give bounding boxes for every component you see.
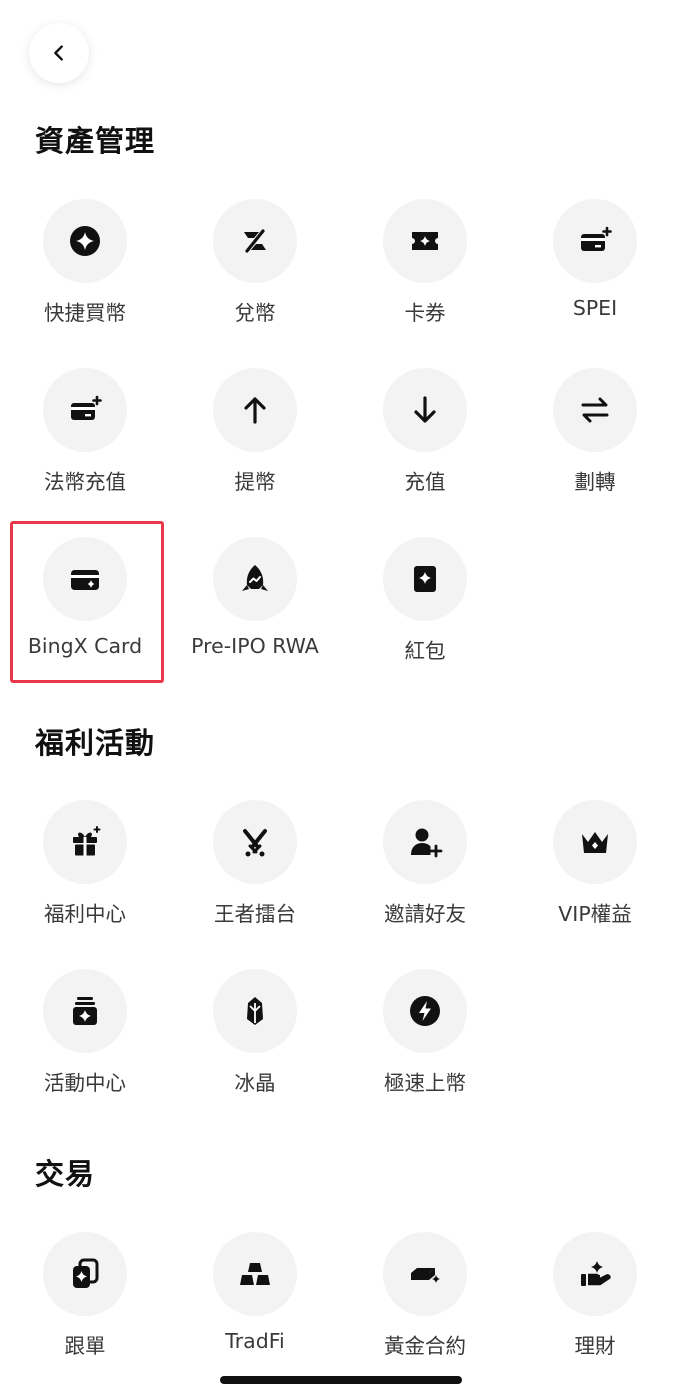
icon-circle — [213, 368, 297, 452]
grid-item-fiat-deposit[interactable]: 法幣充值 — [0, 368, 170, 518]
crossed-swords-icon — [243, 829, 267, 857]
gold-bar-sparkle-icon — [411, 1268, 440, 1283]
arrow-down-icon — [414, 396, 436, 423]
ticket-icon — [412, 232, 438, 250]
item-label: 紅包 — [404, 639, 446, 663]
copy-trade-icon — [73, 1258, 99, 1288]
icon-circle — [43, 199, 127, 283]
item-label: 理財 — [574, 1334, 616, 1358]
highlight-box — [10, 521, 164, 683]
gold-bars-icon — [240, 1263, 270, 1285]
chevron-left-icon — [54, 45, 63, 61]
item-label: 極速上幣 — [384, 1071, 466, 1095]
item-label: SPEI — [572, 296, 618, 320]
item-label: 卡券 — [404, 301, 446, 325]
grid-item-red-packet[interactable]: 紅包 — [340, 537, 510, 687]
event-box-icon — [73, 997, 97, 1025]
back-button[interactable] — [29, 23, 89, 83]
grid-item-welfare-center[interactable]: 福利中心 — [0, 800, 170, 950]
item-label: 法幣充值 — [44, 470, 126, 494]
icon-circle — [383, 1232, 467, 1316]
item-label: 跟單 — [64, 1334, 106, 1358]
grid-item-fast-listing[interactable]: 極速上幣 — [340, 969, 510, 1119]
icon-circle — [383, 537, 467, 621]
item-label: 黃金合約 — [384, 1334, 466, 1358]
item-label: 王者擂台 — [214, 902, 296, 926]
grid-item-convert[interactable]: 兌幣 — [170, 199, 340, 349]
gift-icon — [73, 826, 101, 856]
item-label: Pre-IPO RWA — [191, 634, 319, 658]
crystal-icon — [247, 997, 263, 1025]
card-add-icon — [71, 395, 102, 420]
sparkle-coin-icon — [70, 226, 100, 256]
item-label: 活動中心 — [44, 1071, 126, 1095]
icon-circle — [553, 800, 637, 884]
icon-circle — [213, 969, 297, 1053]
grid-item-vip-benefits[interactable]: VIP權益 — [510, 800, 680, 950]
item-label: 兌幣 — [234, 301, 276, 325]
icon-circle — [553, 199, 637, 283]
grid-item-coupons[interactable]: 卡券 — [340, 199, 510, 349]
item-label: VIP權益 — [558, 902, 632, 926]
grid-item-wealth-management[interactable]: 理財 — [510, 1232, 680, 1382]
red-packet-icon — [414, 566, 436, 592]
item-label: 邀請好友 — [384, 902, 466, 926]
icon-circle — [553, 368, 637, 452]
icon-circle — [213, 800, 297, 884]
home-indicator — [220, 1376, 462, 1384]
grid-item-deposit[interactable]: 充值 — [340, 368, 510, 518]
add-user-icon — [411, 828, 443, 858]
hand-money-icon — [581, 1261, 611, 1286]
grid-item-invite-friends[interactable]: 邀請好友 — [340, 800, 510, 950]
lightning-icon — [410, 996, 440, 1026]
icon-circle — [213, 199, 297, 283]
icon-circle — [553, 1232, 637, 1316]
icon-circle — [213, 1232, 297, 1316]
icon-circle — [383, 800, 467, 884]
item-label: 提幣 — [234, 470, 276, 494]
crown-icon — [582, 832, 608, 853]
card-add-icon — [581, 226, 612, 251]
grid-item-pre-ipo-rwa[interactable]: Pre-IPO RWA — [170, 537, 340, 687]
grid-item-gold-futures[interactable]: 黃金合約 — [340, 1232, 510, 1382]
section-title-trading: 交易 — [35, 1157, 96, 1191]
grid-item-king-arena[interactable]: 王者擂台 — [170, 800, 340, 950]
grid-item-transfer[interactable]: 劃轉 — [510, 368, 680, 518]
transfer-icon — [581, 397, 609, 423]
item-label: 福利中心 — [44, 902, 126, 926]
item-label: 快捷買幣 — [44, 301, 126, 325]
grid-item-spei[interactable]: SPEI — [510, 199, 680, 349]
icon-circle — [383, 199, 467, 283]
item-label: 冰晶 — [234, 1071, 276, 1095]
item-label: 充值 — [404, 470, 446, 494]
grid-item-quick-buy[interactable]: 快捷買幣 — [0, 199, 170, 349]
icon-circle — [43, 969, 127, 1053]
section-title-welfare-activities: 福利活動 — [35, 726, 156, 760]
rocket-icon — [242, 565, 268, 591]
icon-circle — [43, 800, 127, 884]
item-label: 劃轉 — [574, 470, 616, 494]
grid-item-withdraw[interactable]: 提幣 — [170, 368, 340, 518]
icon-circle — [213, 537, 297, 621]
section-title-asset-management: 資產管理 — [35, 124, 156, 158]
convert-icon — [244, 229, 266, 253]
grid-item-tradfi[interactable]: TradFi — [170, 1232, 340, 1382]
icon-circle — [43, 1232, 127, 1316]
icon-circle — [383, 969, 467, 1053]
icon-circle — [383, 368, 467, 452]
grid-item-ice-crystal[interactable]: 冰晶 — [170, 969, 340, 1119]
grid-item-event-center[interactable]: 活動中心 — [0, 969, 170, 1119]
icon-circle — [43, 368, 127, 452]
item-label: TradFi — [225, 1329, 285, 1353]
grid-item-copy-trading[interactable]: 跟單 — [0, 1232, 170, 1382]
arrow-up-icon — [244, 397, 266, 424]
